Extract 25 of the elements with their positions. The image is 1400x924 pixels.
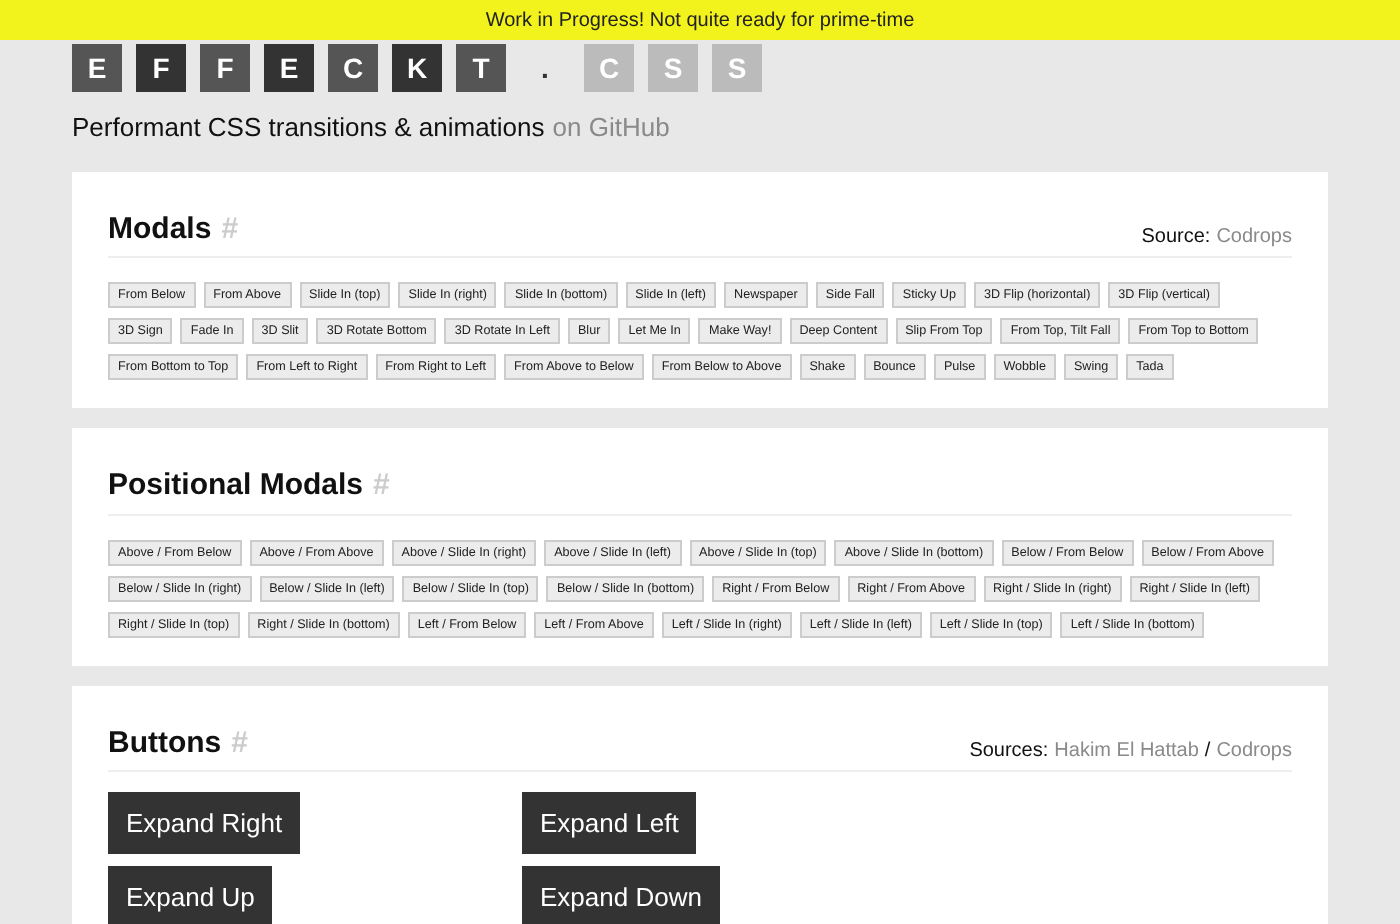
- demo-button[interactable]: Expand Up: [108, 866, 273, 924]
- section-title: Modals: [108, 209, 212, 249]
- tagline: Performant CSS transitions & animations: [72, 110, 545, 146]
- logo-letter-tile: K: [392, 44, 442, 92]
- logo-letter-tile: C: [328, 44, 378, 92]
- source-link[interactable]: Codrops: [1216, 222, 1292, 252]
- source-link[interactable]: Codrops: [1216, 736, 1292, 766]
- logo-letter-tile: S: [712, 44, 762, 92]
- source-separator: /: [1204, 738, 1211, 766]
- logo-dot: .: [539, 49, 551, 87]
- logo-letter-tile: E: [264, 44, 314, 92]
- logo-letter-tile: T: [456, 44, 506, 92]
- section-title: Positional Modals: [108, 466, 364, 506]
- source-label: Sources:: [969, 738, 1049, 766]
- section-title: Buttons: [108, 723, 222, 763]
- logo-letter-tile: C: [584, 44, 634, 92]
- demo-button[interactable]: Expand Right: [108, 792, 301, 854]
- demo-button[interactable]: Expand Down: [522, 866, 720, 924]
- demo-button[interactable]: Expand Left: [522, 792, 697, 854]
- logo-letter-tile: S: [648, 44, 698, 92]
- notice-banner: Work in Progress! Not quite ready for prime-time: [0, 0, 1400, 40]
- logo-letter-tile: E: [72, 44, 122, 92]
- logo-letter-tile: F: [136, 44, 186, 92]
- logo-letter-tile: F: [200, 44, 250, 92]
- source-label: Source:: [1141, 224, 1211, 252]
